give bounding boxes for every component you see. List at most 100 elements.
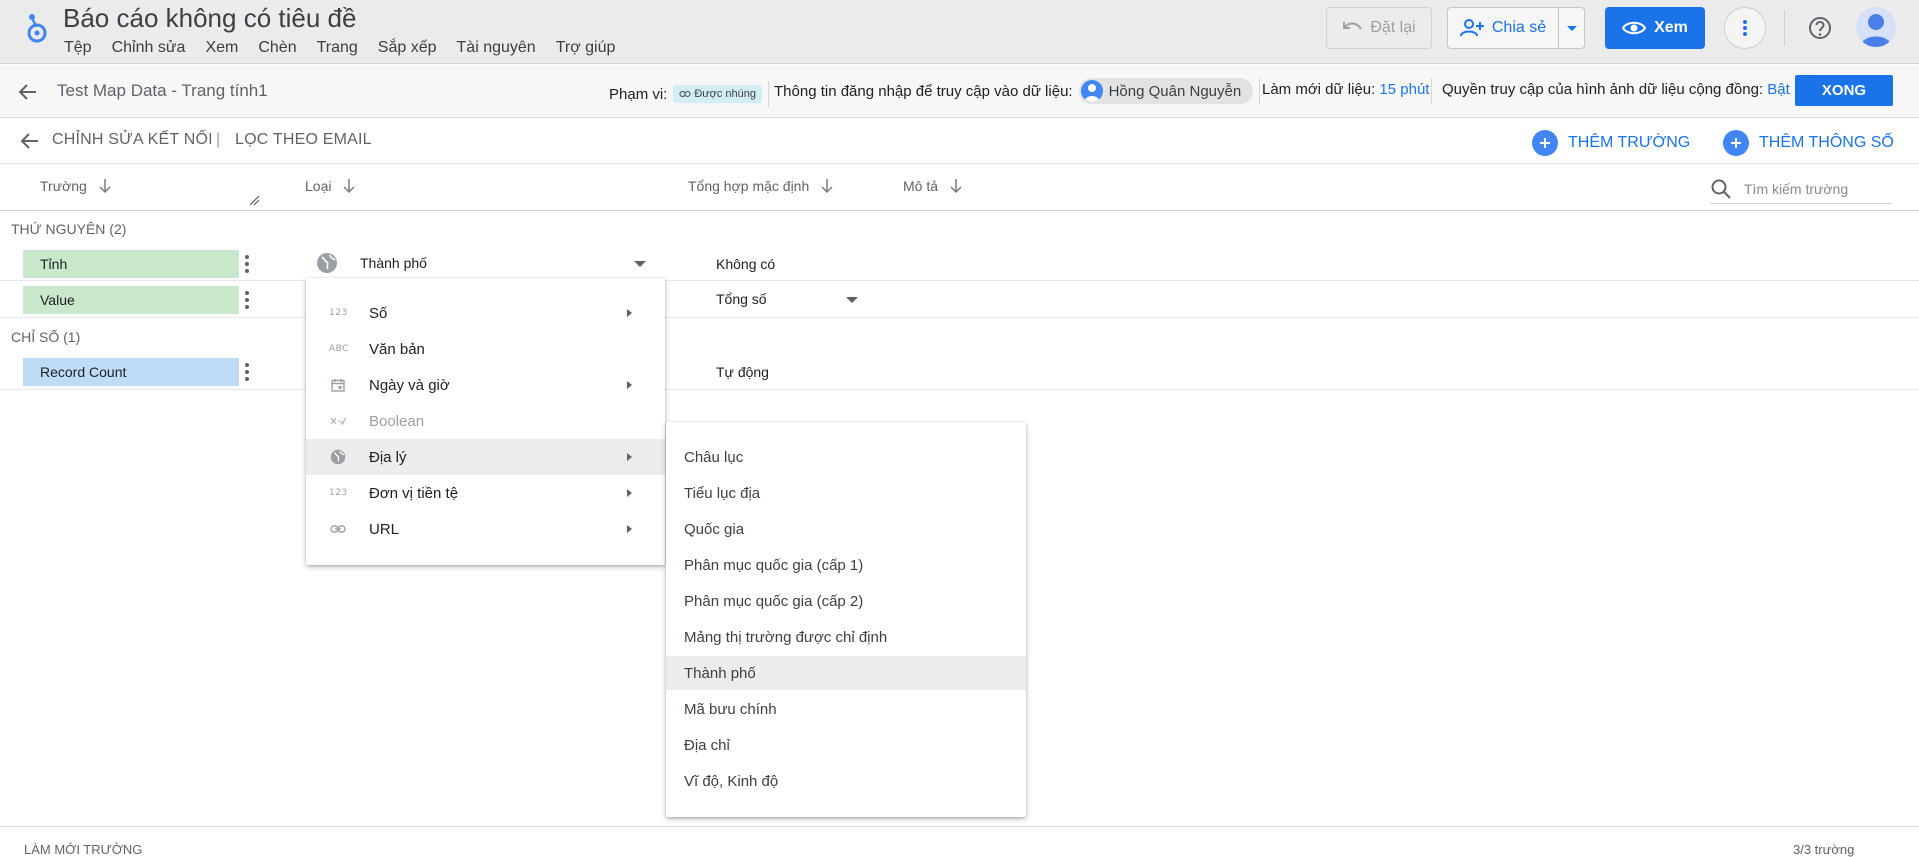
aggregation-value: Không có (716, 256, 776, 272)
share-button[interactable]: Chia sẻ (1448, 8, 1558, 48)
user-avatar[interactable] (1856, 7, 1896, 47)
looker-studio-logo-icon[interactable] (24, 9, 50, 45)
menu-item-label: Địa lý (369, 448, 407, 466)
done-button[interactable]: XONG (1795, 75, 1893, 106)
row-divider (0, 280, 1919, 281)
type-select-value: Thành phố (360, 255, 427, 271)
type-menu-item-date[interactable]: Ngày và giờ (306, 367, 665, 403)
geo-item-metro[interactable]: Mảng thị trường được chỉ định (666, 620, 1026, 654)
link-icon (329, 524, 347, 534)
view-label: Xem (1654, 19, 1688, 36)
credentials-user-chip[interactable]: Hồng Quân Nguyễn (1078, 78, 1254, 104)
column-header-field[interactable]: Trường (40, 178, 111, 194)
credentials-label: Thông tin đăng nhập để truy cập vào dữ l… (774, 82, 1073, 100)
field-options-icon[interactable] (243, 362, 251, 382)
column-header-type[interactable]: Loại (305, 178, 355, 194)
boolean-icon (329, 416, 347, 426)
menu-item-label: Văn bản (369, 340, 425, 358)
aggregation-select-value: Tổng số (716, 291, 767, 307)
column-header-description[interactable]: Mô tả (903, 178, 962, 194)
column-header-label: Loại (305, 178, 332, 194)
menu-view[interactable]: Xem (195, 38, 248, 60)
undo-icon (1342, 20, 1364, 36)
submenu-arrow-icon (627, 453, 632, 461)
add-person-icon (1459, 19, 1484, 37)
field-options-icon[interactable] (243, 290, 251, 310)
dimensions-section-title: THỨ NGUYÊN (2) (11, 221, 127, 237)
sort-arrow-icon (950, 178, 962, 194)
menu-arrange[interactable]: Sắp xếp (368, 38, 447, 60)
filter-by-email-link[interactable]: LỌC THEO EMAIL (235, 131, 372, 149)
globe-icon (316, 252, 338, 274)
datasource-name[interactable]: Test Map Data - Trang tính1 (57, 81, 268, 101)
scope-chip[interactable]: Được nhúng (673, 85, 763, 103)
caret-down-icon (1566, 25, 1577, 31)
public-access-value-link[interactable]: Bật (1767, 81, 1790, 98)
add-field-button[interactable]: THÊM TRƯỜNG (1532, 130, 1690, 156)
geo-item-region-2[interactable]: Phân mục quốc gia (cấp 2) (666, 584, 1026, 618)
column-header-label: Mô tả (903, 178, 939, 194)
menu-page[interactable]: Trang (307, 38, 368, 60)
view-button[interactable]: Xem (1605, 7, 1705, 49)
reset-button[interactable]: Đặt lại (1326, 7, 1432, 49)
geo-item-postal-code[interactable]: Mã bưu chính (666, 692, 1026, 726)
sort-arrow-icon (99, 178, 111, 194)
calendar-icon (329, 378, 347, 392)
menu-resource[interactable]: Tài nguyên (447, 38, 546, 60)
menu-edit[interactable]: Chỉnh sửa (102, 38, 196, 60)
search-input[interactable] (1742, 179, 1882, 198)
add-parameter-button[interactable]: THÊM THÔNG SỐ (1723, 130, 1894, 156)
data-refresh-info: Làm mới dữ liệu: 15 phút (1262, 81, 1429, 98)
type-menu-item-text[interactable]: ABC Văn bản (306, 331, 665, 367)
help-icon[interactable] (1806, 14, 1834, 42)
separator (1259, 78, 1261, 104)
submenu-arrow-icon (627, 381, 632, 389)
refresh-value-link[interactable]: 15 phút (1379, 81, 1429, 98)
eye-icon (1622, 20, 1647, 36)
column-header-aggregation[interactable]: Tổng hợp mặc định (688, 178, 833, 194)
back-arrow-icon[interactable] (18, 129, 42, 153)
more-options-button[interactable] (1724, 7, 1766, 49)
field-chip-dimension[interactable]: Value (23, 286, 239, 314)
type-select[interactable]: Thành phố (360, 255, 646, 275)
aggregation-select[interactable]: Tổng số (716, 291, 858, 311)
geo-item-region-1[interactable]: Phân mục quốc gia (cấp 1) (666, 548, 1026, 582)
geo-item-country[interactable]: Quốc gia (666, 512, 1026, 546)
field-chip-dimension[interactable]: Tỉnh (23, 250, 239, 278)
field-options-icon[interactable] (243, 254, 251, 274)
geo-item-continent[interactable]: Châu lục (666, 440, 1026, 474)
back-arrow-icon[interactable] (16, 80, 40, 104)
geo-item-city[interactable]: Thành phố (666, 656, 1026, 690)
menu-item-label: Ngày và giờ (369, 376, 450, 394)
type-menu-item-geo[interactable]: Địa lý (306, 439, 665, 475)
geo-item-address[interactable]: Địa chỉ (666, 728, 1026, 762)
field-chip-metric[interactable]: Record Count (23, 358, 239, 386)
menu-help[interactable]: Trợ giúp (546, 38, 626, 60)
separator (768, 81, 770, 107)
aggregation-value: Tự động (716, 364, 769, 380)
menu-insert[interactable]: Chèn (248, 38, 306, 60)
submenu-arrow-icon (627, 489, 632, 497)
scope-label: Phạm vi: (609, 85, 668, 103)
search-icon (1710, 178, 1732, 200)
field-search (1710, 174, 1891, 204)
edit-connection-link[interactable]: CHỈNH SỬA KẾT NỐI (52, 131, 213, 149)
type-menu-item-number[interactable]: 123 Số (306, 295, 665, 331)
caret-down-icon (846, 297, 858, 303)
refresh-label: Làm mới dữ liệu: (1262, 81, 1376, 98)
share-dropdown-button[interactable] (1558, 8, 1584, 48)
column-resize-handle-icon[interactable] (248, 194, 260, 206)
geo-item-subcontinent[interactable]: Tiểu lục địa (666, 476, 1026, 510)
refresh-fields-button[interactable]: LÀM MỚI TRƯỜNG (24, 842, 142, 857)
sort-arrow-icon (821, 178, 833, 194)
geo-type-submenu: Châu lục Tiểu lục địa Quốc gia Phân mục … (666, 422, 1026, 817)
menu-file[interactable]: Tệp (54, 38, 102, 60)
type-menu-item-currency[interactable]: 123 Đơn vị tiền tệ (306, 475, 665, 511)
report-title[interactable]: Báo cáo không có tiêu đề (63, 3, 356, 34)
type-menu-item-url[interactable]: URL (306, 511, 665, 547)
header-divider (1784, 10, 1785, 46)
geo-item-lat-long[interactable]: Vĩ độ, Kinh độ (666, 764, 1026, 798)
field-type-menu: 123 Số ABC Văn bản Ngày và giờ Boolean Đ… (306, 278, 665, 565)
number-icon: 123 (329, 488, 348, 498)
breadcrumb-separator: | (216, 131, 221, 148)
